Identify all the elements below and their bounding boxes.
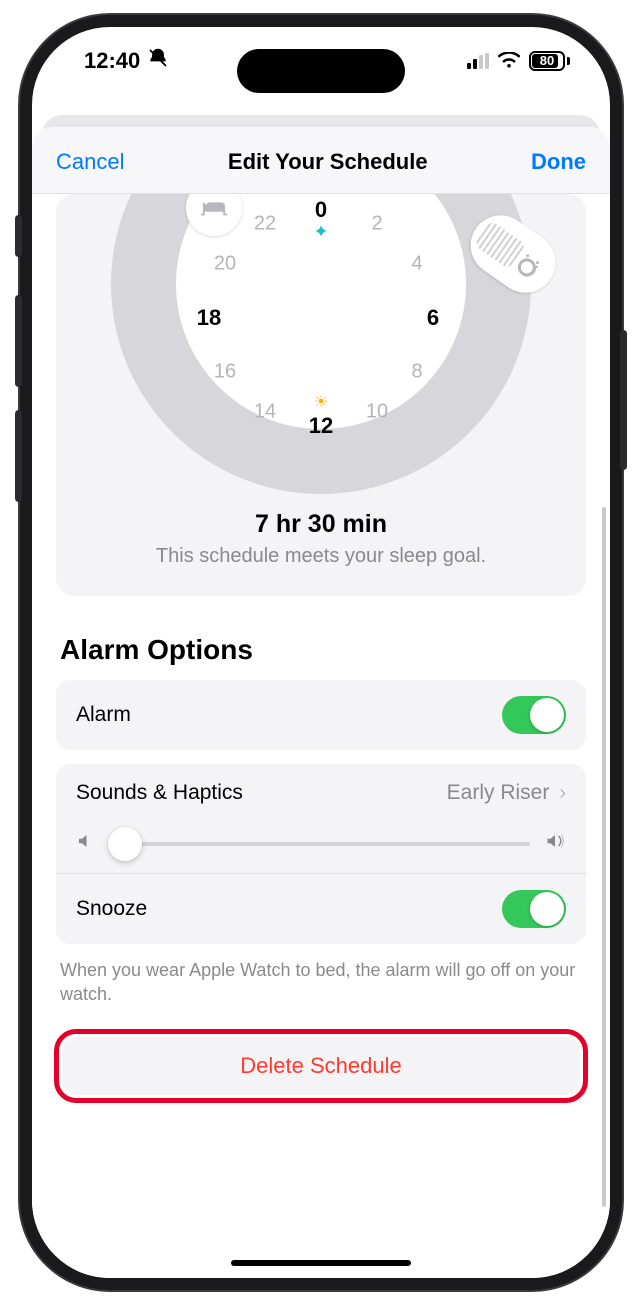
dynamic-island: [237, 49, 405, 93]
battery-indicator: 80: [529, 51, 570, 71]
hour-16: 16: [214, 361, 236, 384]
content-scroll[interactable]: 0 ✦ 2 4 6 8 10 12 ☀ 14 16 18 20 22: [32, 194, 610, 1278]
alarm-row: Alarm: [56, 680, 586, 750]
hour-0: 0: [315, 197, 327, 223]
page-title: Edit Your Schedule: [228, 149, 428, 175]
sleep-clock-card: 0 ✦ 2 4 6 8 10 12 ☀ 14 16 18 20 22: [56, 194, 586, 596]
sleep-goal-text: This schedule meets your sleep goal.: [56, 545, 586, 568]
cancel-button[interactable]: Cancel: [56, 149, 124, 175]
alarm-toggle[interactable]: [502, 696, 566, 734]
hour-20: 20: [214, 253, 236, 276]
watch-footer-note: When you wear Apple Watch to bed, the al…: [60, 958, 582, 1007]
phone-frame: 12:40 80: [20, 15, 622, 1290]
hour-14: 14: [254, 401, 276, 424]
delete-highlight: Delete Schedule: [54, 1029, 588, 1103]
chevron-right-icon: ›: [559, 782, 566, 805]
hour-18: 18: [197, 305, 221, 331]
scroll-indicator: [602, 507, 606, 1207]
hour-2: 2: [371, 213, 382, 236]
hour-22: 22: [254, 213, 276, 236]
sun-icon: ☀: [314, 392, 328, 412]
wifi-icon: [498, 48, 520, 74]
volume-slider-row: [56, 822, 586, 873]
hour-4: 4: [411, 253, 422, 276]
screen: 12:40 80: [32, 27, 610, 1278]
volume-slider[interactable]: [108, 842, 530, 846]
volume-up-button: [15, 295, 22, 387]
sounds-value: Early Riser: [447, 781, 550, 805]
alarm-settings-group: Sounds & Haptics Early Riser ›: [56, 764, 586, 944]
cellular-icon: [467, 53, 489, 69]
sounds-haptics-row[interactable]: Sounds & Haptics Early Riser ›: [56, 764, 586, 822]
volume-low-icon: [76, 832, 94, 855]
power-button: [620, 330, 627, 470]
volume-high-icon: [544, 832, 566, 855]
home-indicator[interactable]: [231, 1260, 411, 1266]
sleep-duration: 7 hr 30 min: [56, 510, 586, 539]
volume-down-button: [15, 410, 22, 502]
status-time: 12:40: [84, 48, 140, 74]
navigation-bar: Cancel Edit Your Schedule Done: [32, 127, 610, 194]
delete-schedule-button[interactable]: Delete Schedule: [62, 1037, 580, 1095]
night-icon: ✦: [313, 222, 328, 243]
silent-icon: [148, 48, 168, 74]
snooze-label: Snooze: [76, 897, 147, 921]
hour-8: 8: [411, 361, 422, 384]
snooze-row: Snooze: [56, 873, 586, 944]
snooze-toggle[interactable]: [502, 890, 566, 928]
alarm-options-heading: Alarm Options: [60, 634, 582, 666]
modal-sheet: Cancel Edit Your Schedule Done: [32, 127, 610, 1278]
hour-6: 6: [427, 305, 439, 331]
sounds-label: Sounds & Haptics: [76, 781, 243, 805]
done-button[interactable]: Done: [531, 149, 586, 175]
alarm-label: Alarm: [76, 703, 131, 727]
hour-10: 10: [366, 401, 388, 424]
alarm-toggle-group: Alarm: [56, 680, 586, 750]
side-button: [15, 215, 22, 257]
hour-12: 12: [309, 413, 333, 439]
